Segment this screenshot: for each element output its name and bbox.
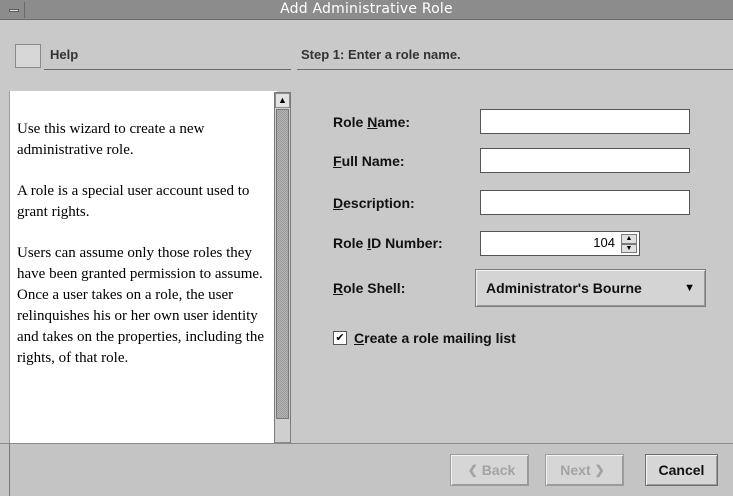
mailing-list-checkbox[interactable]: ✔ bbox=[333, 331, 347, 345]
next-button[interactable]: Next ❯ bbox=[545, 454, 624, 486]
role-shell-label: Role Shell: bbox=[333, 280, 406, 296]
role-shell-value: Administrator's Bourne bbox=[486, 280, 642, 296]
help-divider bbox=[44, 69, 291, 70]
help-text-area: Use this wizard to create a new administ… bbox=[9, 91, 277, 459]
spin-down-icon[interactable]: ▼ bbox=[621, 243, 637, 253]
step-title: Step 1: Enter a role name. bbox=[301, 47, 461, 62]
help-header: Help bbox=[9, 20, 291, 70]
mailing-list-option[interactable]: ✔ Create a role mailing list bbox=[333, 329, 516, 347]
button-bar: ❮ Back Next ❯ Cancel bbox=[0, 443, 733, 496]
step-header: Step 1: Enter a role name. bbox=[297, 20, 733, 70]
help-title: Help bbox=[50, 47, 79, 62]
next-arrow-icon: ❯ bbox=[594, 463, 605, 477]
scrollbar-thumb[interactable] bbox=[276, 109, 289, 419]
cancel-button[interactable]: Cancel bbox=[645, 454, 718, 486]
spin-up-icon[interactable]: ▲ bbox=[621, 234, 637, 244]
role-shell-select[interactable]: Administrator's Bourne ▼ bbox=[475, 269, 706, 307]
help-paragraph: A role is a special user account used to… bbox=[17, 183, 250, 220]
full-name-input[interactable] bbox=[480, 148, 690, 173]
description-label: Description: bbox=[333, 195, 415, 211]
help-paragraph: Use this wizard to create a new administ… bbox=[17, 121, 205, 158]
help-icon bbox=[15, 44, 41, 68]
help-paragraph: Users can assume only those roles they h… bbox=[17, 245, 265, 366]
mailing-list-label[interactable]: Create a role mailing list bbox=[354, 330, 516, 346]
step-divider bbox=[297, 69, 733, 70]
dropdown-arrow-icon: ▼ bbox=[684, 282, 695, 294]
role-id-label: Role ID Number: bbox=[333, 235, 443, 251]
description-input[interactable] bbox=[480, 190, 690, 215]
divider bbox=[9, 444, 10, 496]
role-name-label: Role Name: bbox=[333, 114, 411, 130]
role-name-input[interactable] bbox=[480, 109, 690, 134]
help-pane: Help Use this wizard to create a new adm… bbox=[9, 20, 291, 459]
role-id-spinner[interactable]: 104 ▲ ▼ bbox=[480, 231, 640, 256]
back-arrow-icon: ❮ bbox=[467, 463, 478, 477]
role-id-value[interactable]: 104 bbox=[593, 235, 615, 250]
title-bar: Add Administrative Role bbox=[0, 0, 733, 20]
back-button[interactable]: ❮ Back bbox=[450, 454, 529, 486]
full-name-label: Full Name: bbox=[333, 153, 405, 169]
help-scrollbar[interactable]: ▲ ▼ bbox=[274, 92, 291, 458]
scroll-up-arrow-icon[interactable]: ▲ bbox=[275, 93, 290, 108]
window-title: Add Administrative Role bbox=[280, 1, 453, 17]
